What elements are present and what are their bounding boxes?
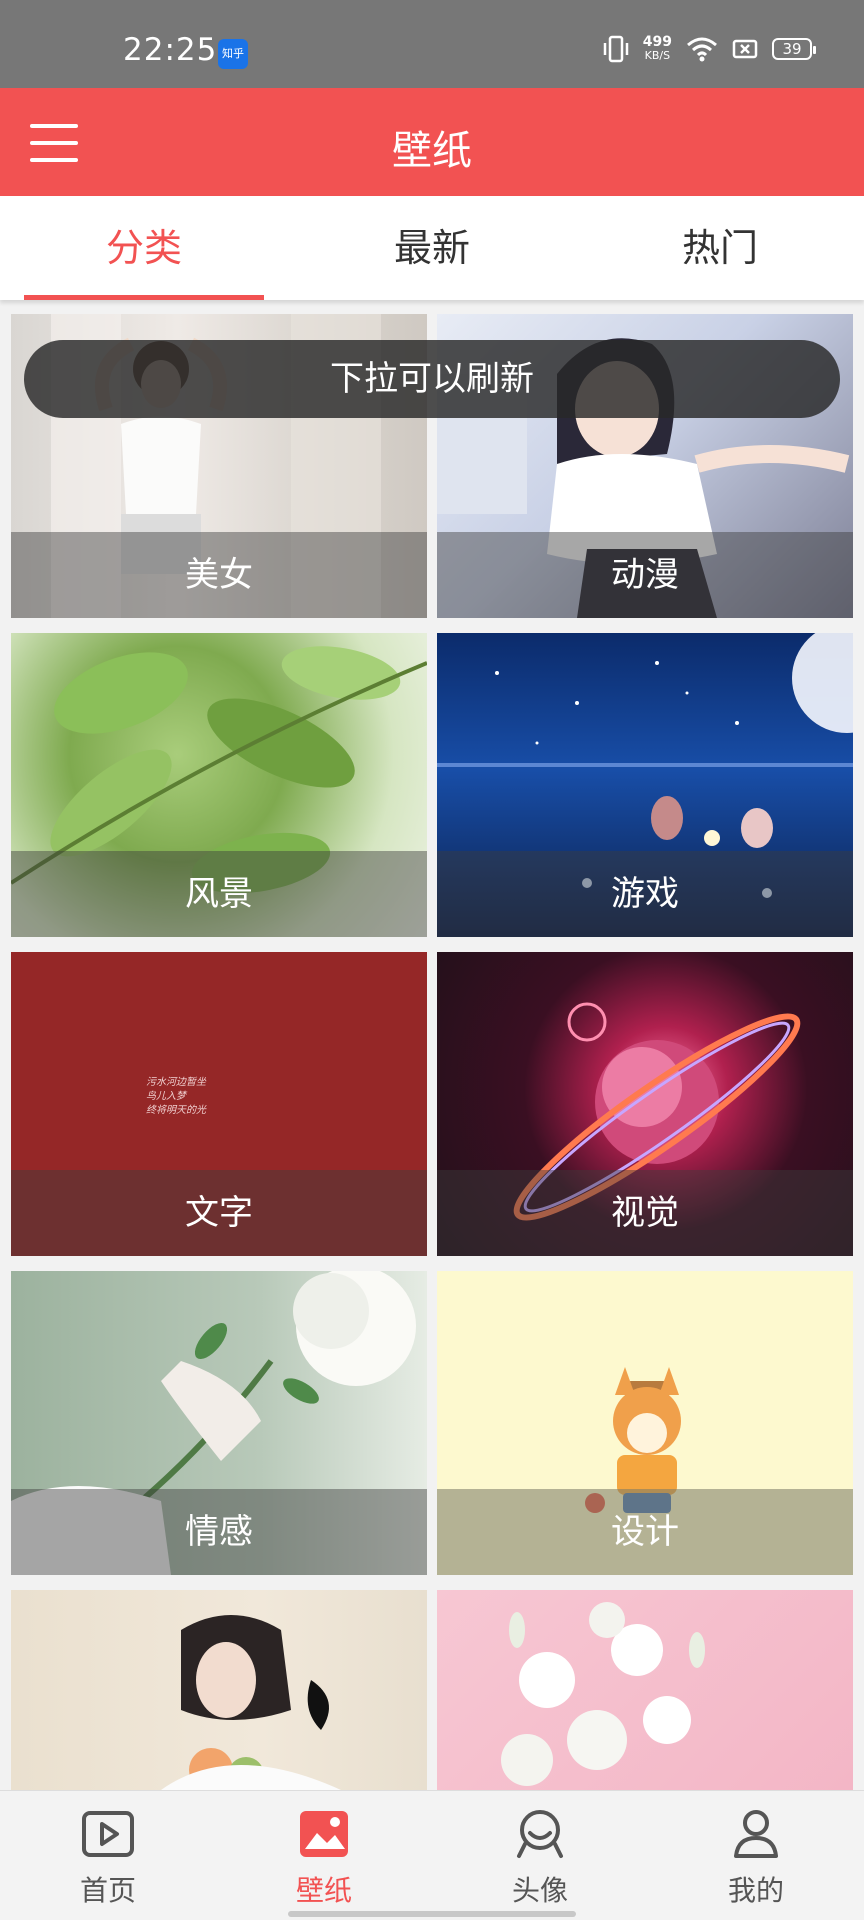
sim-off-icon: [732, 39, 758, 59]
category-card-visual[interactable]: 视觉: [437, 952, 853, 1256]
zhihu-app-icon: 知乎: [218, 39, 248, 69]
category-label: 文字: [11, 1170, 427, 1256]
nav-item-home[interactable]: 首页: [0, 1791, 216, 1920]
category-card-portrait[interactable]: [11, 1590, 427, 1790]
category-label: 美女: [11, 532, 427, 618]
category-label: 视觉: [437, 1170, 853, 1256]
tab-category[interactable]: 分类: [0, 196, 288, 300]
nav-item-wallpaper[interactable]: 壁纸: [216, 1791, 432, 1920]
category-grid: 美女 动漫 风景 游戏 污水河边暂坐 鸟儿入梦 终将明天的光 文字 视觉 情感 …: [11, 314, 853, 1790]
category-card-design[interactable]: 设计: [437, 1271, 853, 1575]
category-card-flowers[interactable]: [437, 1590, 853, 1790]
nav-label: 头像: [511, 1874, 568, 1907]
avatar-icon: [517, 1810, 563, 1858]
status-time: 22:25: [123, 32, 218, 68]
battery-icon: 39: [772, 38, 816, 60]
play-icon: [82, 1811, 134, 1857]
nav-label: 首页: [79, 1874, 136, 1907]
net-speed: 499 KB/S: [642, 34, 672, 62]
wifi-icon: [687, 37, 717, 62]
category-card-game[interactable]: 游戏: [437, 633, 853, 937]
text-thumbnail-caption: 污水河边暂坐 鸟儿入梦 终将明天的光: [146, 1077, 206, 1116]
category-card-emotion[interactable]: 情感: [11, 1271, 427, 1575]
vibrate-icon: [603, 35, 629, 63]
pull-to-refresh-toast: 下拉可以刷新: [24, 340, 840, 418]
app-bar: 壁纸: [0, 88, 864, 196]
nav-item-profile[interactable]: 我的: [648, 1791, 864, 1920]
nav-label: 我的: [727, 1874, 784, 1907]
tab-popular[interactable]: 热门: [576, 196, 864, 300]
nav-label: 壁纸: [295, 1874, 352, 1907]
status-icons: 499 KB/S 39: [603, 34, 816, 64]
nav-item-avatar[interactable]: 头像: [432, 1791, 648, 1920]
category-label: 动漫: [437, 532, 853, 618]
portrait-thumbnail: [161, 1615, 341, 1790]
category-label: 风景: [11, 851, 427, 937]
image-icon: [300, 1811, 348, 1857]
category-card-text[interactable]: 污水河边暂坐 鸟儿入梦 终将明天的光 文字: [11, 952, 427, 1256]
home-indicator[interactable]: [288, 1911, 576, 1917]
status-bar: 22:25 知乎 499 KB/S 39: [0, 0, 864, 88]
user-icon: [734, 1810, 778, 1858]
category-card-scenery[interactable]: 风景: [11, 633, 427, 937]
category-label: 设计: [437, 1489, 853, 1575]
category-label: 情感: [11, 1489, 427, 1575]
bottom-nav: 首页 壁纸 头像 我的: [0, 1790, 864, 1920]
tab-bar: 分类 最新 热门: [0, 196, 864, 300]
tab-latest[interactable]: 最新: [288, 196, 576, 300]
flowers-thumbnail: [501, 1602, 705, 1786]
page-title: 壁纸: [392, 128, 472, 174]
category-label: 游戏: [437, 851, 853, 937]
